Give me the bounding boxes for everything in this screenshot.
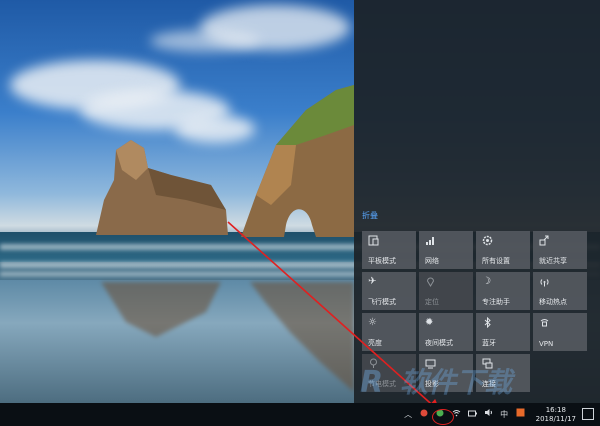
chevron-up-icon[interactable]: ︿ xyxy=(404,403,413,426)
network-icon-highlight xyxy=(432,409,454,425)
ime-indicator[interactable]: 中 xyxy=(500,403,509,426)
taskbar: ︿ 中 16:18 2018/11/17 xyxy=(0,403,600,426)
app-icon-red[interactable] xyxy=(420,403,429,426)
svg-text:R: R xyxy=(360,365,383,400)
battery-icon[interactable] xyxy=(467,403,477,426)
watermark-logo: R 软件下载 xyxy=(360,365,516,400)
svg-text:软件下载: 软件下载 xyxy=(400,366,516,399)
clock[interactable]: 16:18 2018/11/17 xyxy=(536,406,576,424)
system-tray: ︿ 中 16:18 2018/11/17 xyxy=(404,403,576,426)
volume-icon[interactable] xyxy=(484,403,493,426)
clock-time: 16:18 xyxy=(545,405,566,414)
action-center-button[interactable] xyxy=(582,408,594,420)
clock-date: 2018/11/17 xyxy=(535,414,576,423)
app-icon-orange[interactable] xyxy=(516,403,525,426)
